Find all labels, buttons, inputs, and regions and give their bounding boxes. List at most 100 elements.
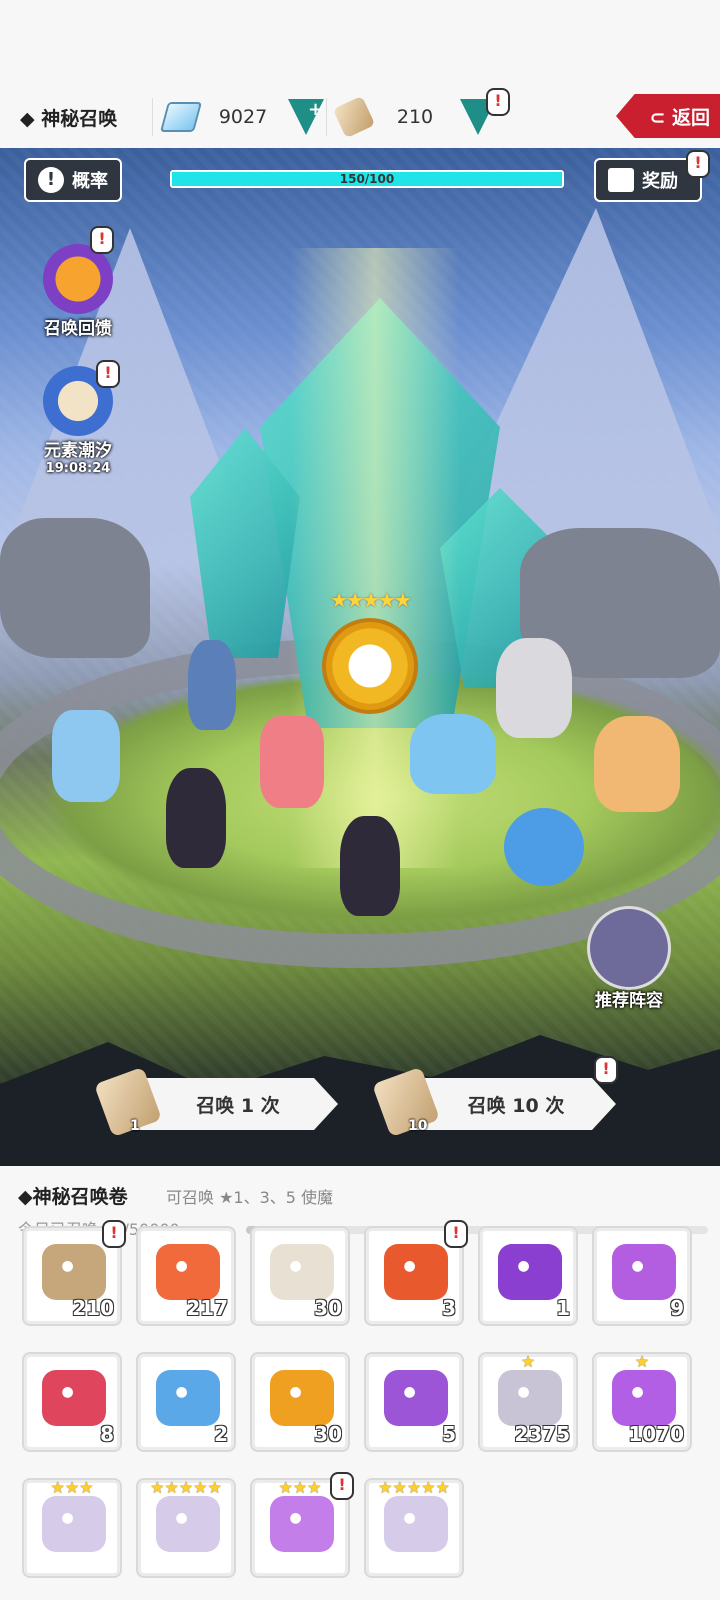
inventory-slot[interactable]: 1 — [478, 1226, 578, 1326]
element-tide-timer: 19:08:24 — [45, 461, 111, 476]
gift-icon — [608, 168, 634, 192]
inventory-slot[interactable]: ★ 2375 — [478, 1352, 578, 1452]
recommend-lineup-button[interactable]: 推荐阵容 — [584, 906, 674, 1011]
inventory-slot[interactable]: 217 — [136, 1226, 236, 1326]
scroll-inventory: ◆神秘召唤卷 可召唤 ★1、3、5 使魔 今日已召唤 80/50000 210!… — [0, 1166, 720, 1600]
star-rating: ★★★★★ — [378, 1478, 450, 1497]
pink-statue — [260, 716, 324, 808]
item-quantity: 2 — [214, 1422, 228, 1446]
scroll-item-icon — [384, 1496, 448, 1552]
alert-badge: ! — [486, 88, 510, 116]
alert-badge: ! — [686, 150, 710, 178]
scroll-item-icon — [156, 1244, 220, 1300]
probability-label: 概率 — [72, 171, 108, 192]
inventory-slot[interactable]: 30 — [250, 1226, 350, 1326]
summon-feedback-label: 召唤回馈 — [44, 319, 112, 339]
inventory-slot[interactable]: ★ 1070 — [592, 1352, 692, 1452]
star-rating: ★ — [634, 1352, 650, 1371]
scroll-item-icon — [42, 1370, 106, 1426]
item-quantity: 217 — [186, 1296, 228, 1320]
divider — [326, 98, 327, 136]
mummy-character — [594, 716, 680, 812]
inventory-slot[interactable]: ★★★! — [250, 1472, 354, 1578]
summon-scene: ! 概率 150/100 奖励 ! 召唤回馈 ! 元素潮汐 19:08:24 !… — [0, 148, 720, 1166]
inventory-slot[interactable]: ★★★★★ — [136, 1478, 236, 1578]
inventory-slot[interactable]: ★★★★★ — [364, 1478, 464, 1578]
alert-badge: ! — [96, 360, 120, 388]
scroll-icon — [332, 95, 376, 139]
star-rating: ★★★★★ — [330, 588, 412, 612]
alert-badge: ! — [330, 1472, 354, 1500]
scroll-item-icon — [384, 1244, 448, 1300]
inventory-slot[interactable]: 9 — [592, 1226, 692, 1326]
scroll-item-icon — [270, 1244, 334, 1300]
fluffy-character — [504, 808, 584, 886]
golden-clock-icon — [322, 618, 418, 714]
knight-character — [496, 638, 572, 738]
summon-once-button[interactable]: 召唤 1 次 1 — [93, 1066, 342, 1138]
scroll-item-icon — [498, 1370, 562, 1426]
item-quantity: 1070 — [628, 1422, 684, 1446]
alert-badge: ! — [594, 1056, 618, 1084]
summon-ten-cost: 10 — [408, 1118, 428, 1134]
inventory-description: 可召唤 ★1、3、5 使魔 — [166, 1188, 334, 1207]
gem-icon — [159, 102, 203, 132]
girl-character — [340, 816, 400, 916]
scroll-item-icon — [156, 1496, 220, 1552]
scroll-item-icon — [156, 1370, 220, 1426]
star-rating: ★★★★★ — [150, 1478, 222, 1497]
chest-icon — [43, 244, 113, 314]
inventory-slot[interactable]: 3! — [364, 1220, 468, 1326]
scroll-item-icon — [270, 1370, 334, 1426]
inventory-slot[interactable]: 8 — [22, 1352, 122, 1452]
rewards-label: 奖励 — [642, 171, 678, 192]
progress-text: 150/100 — [339, 172, 395, 186]
back-button[interactable]: ⊂ 返回 — [616, 94, 720, 138]
scroll-count: 210 — [396, 106, 434, 128]
alert-icon: ! — [38, 167, 64, 193]
inventory-slot[interactable]: 210! — [22, 1220, 126, 1326]
scroll-item-icon — [612, 1244, 676, 1300]
summon-ten-button[interactable]: 召唤 10 次 10 — [371, 1066, 620, 1138]
divider — [152, 98, 153, 136]
item-quantity: 9 — [670, 1296, 684, 1320]
element-tide-label: 元素潮汐 — [44, 441, 112, 461]
summon-once-cost: 1 — [130, 1118, 140, 1134]
alert-badge: ! — [444, 1220, 468, 1248]
alert-badge: ! — [90, 226, 114, 254]
summon-feedback-button[interactable]: 召唤回馈 — [28, 244, 128, 339]
inventory-slot[interactable]: 2 — [136, 1352, 236, 1452]
bird-character — [410, 714, 496, 794]
add-gem-button[interactable]: + — [288, 99, 324, 135]
item-quantity: 1 — [556, 1296, 570, 1320]
alert-badge: ! — [102, 1220, 126, 1248]
inventory-slot[interactable]: 5 — [364, 1352, 464, 1452]
inventory-title: ◆神秘召唤卷 — [18, 1186, 128, 1208]
star-rating: ★ — [520, 1352, 536, 1371]
item-quantity: 5 — [442, 1422, 456, 1446]
recommend-lineup-label: 推荐阵容 — [595, 991, 663, 1011]
scroll-resource: 210 — [332, 95, 496, 139]
item-quantity: 210 — [72, 1296, 114, 1320]
star-rating: ★★★ — [50, 1478, 94, 1497]
scroll-item-icon — [42, 1496, 106, 1552]
inventory-slot[interactable]: ★★★ — [22, 1478, 122, 1578]
team-icon — [587, 906, 671, 990]
scroll-item-icon — [498, 1244, 562, 1300]
item-quantity: 30 — [314, 1422, 342, 1446]
item-quantity: 3 — [442, 1296, 456, 1320]
summon-ten-label: 召唤 10 次 — [416, 1078, 616, 1130]
scroll-item-icon — [42, 1244, 106, 1300]
scroll-item-icon — [384, 1370, 448, 1426]
gem-count: 9027 — [218, 106, 268, 128]
probability-button[interactable]: ! 概率 — [24, 158, 122, 202]
featured-summon-item: ★★★★★ — [322, 588, 418, 714]
scroll-item-icon — [270, 1496, 334, 1552]
item-quantity: 30 — [314, 1296, 342, 1320]
item-quantity: 2375 — [514, 1422, 570, 1446]
inventory-slot[interactable]: 30 — [250, 1352, 350, 1452]
rock — [0, 518, 150, 658]
summon-once-label: 召唤 1 次 — [138, 1078, 338, 1130]
page-title: ◆ 神秘召唤 — [20, 108, 118, 130]
gem-resource: 9027 + — [159, 96, 324, 138]
